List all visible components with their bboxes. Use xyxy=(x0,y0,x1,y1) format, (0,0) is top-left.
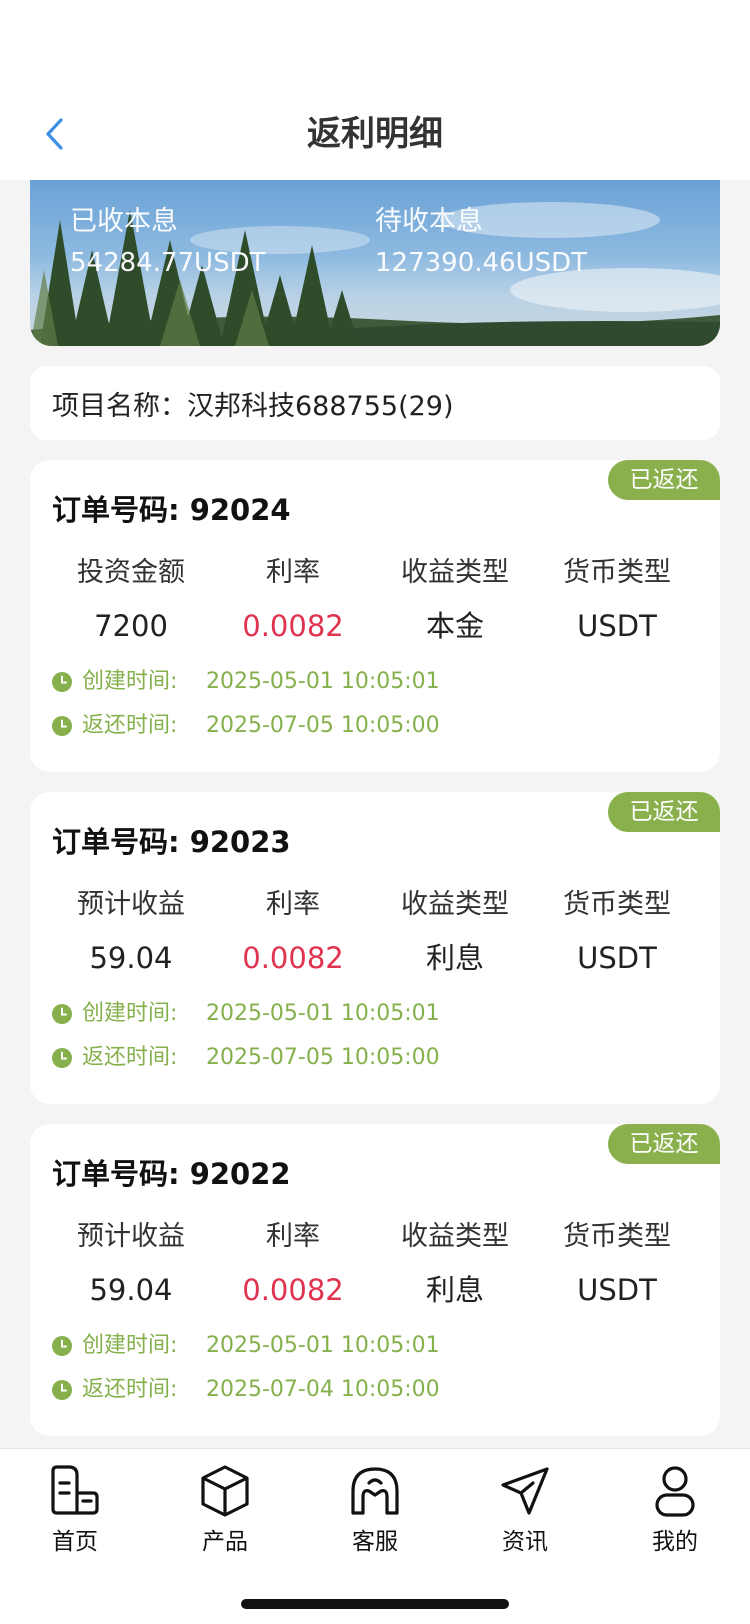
clock-icon xyxy=(52,716,72,736)
created-time-row: 创建时间: 2025-05-01 10:05:01 xyxy=(52,1330,440,1362)
order-number: 订单号码: 92022 xyxy=(52,1157,291,1191)
col-header: 利率 xyxy=(266,889,320,920)
paper-plane-icon xyxy=(501,1467,549,1515)
page-title: 返利明细 xyxy=(307,114,443,154)
order-card: 已返还 订单号码: 92022 预计收益 59.04 利率 0.0082 收益类型利… xyxy=(30,1124,720,1436)
tab-home[interactable]: 首页 xyxy=(15,1463,135,1559)
col-value: 本金 xyxy=(425,609,484,643)
created-time-row: 创建时间: 2025-05-01 10:05:01 xyxy=(52,666,440,698)
rate-value: 0.0082 xyxy=(242,1273,344,1307)
col-header: 货币类型 xyxy=(563,1221,671,1252)
tab-label: 客服 xyxy=(352,1529,398,1555)
rate-value: 0.0082 xyxy=(242,609,344,643)
received-label: 已收本息 xyxy=(70,206,178,237)
created-time: 2025-05-01 10:05:01 xyxy=(206,669,440,694)
received-value: 54284.77USDT xyxy=(70,248,266,278)
headset-icon xyxy=(351,1467,399,1515)
tab-news[interactable]: 资讯 xyxy=(465,1463,585,1559)
tab-products[interactable]: 产品 xyxy=(165,1463,285,1559)
status-badge: 已返还 xyxy=(608,1124,720,1164)
received-summary: 已收本息 54284.77USDT xyxy=(70,202,266,284)
col-header: 利率 xyxy=(266,1221,320,1252)
col-value: 59.04 xyxy=(89,941,173,975)
home-icon xyxy=(51,1465,99,1515)
project-name: 项目名称：汉邦科技688755(29) xyxy=(30,366,720,440)
summary-banner: 已收本息 54284.77USDT 待收本息 127390.46USDT xyxy=(30,180,720,346)
created-label: 创建时间: xyxy=(82,669,178,694)
pending-value: 127390.46USDT xyxy=(375,248,588,278)
col-value: USDT xyxy=(577,1273,657,1307)
status-bar-area xyxy=(0,0,750,88)
clock-icon xyxy=(52,1380,72,1400)
col-header: 利率 xyxy=(266,557,320,588)
user-icon xyxy=(655,1466,695,1517)
returned-label: 返还时间: xyxy=(82,1377,178,1402)
order-details: 投资金额 7200 利率 0.0082 收益类型本金 货币类型 USDT xyxy=(30,552,720,648)
returned-time-row: 返还时间: 2025-07-05 10:05:00 xyxy=(52,710,440,742)
col-value: 利息 xyxy=(425,1273,484,1307)
nav-header: 返利明细 xyxy=(0,88,750,180)
clock-icon xyxy=(52,672,72,692)
created-time: 2025-05-01 10:05:01 xyxy=(206,1333,440,1358)
tab-support[interactable]: 客服 xyxy=(315,1463,435,1559)
col-value: USDT xyxy=(577,941,657,975)
bottom-tab-bar: 首页 产品 客服 资讯 我的 xyxy=(0,1448,750,1624)
created-label: 创建时间: xyxy=(82,1001,178,1026)
pending-summary: 待收本息 127390.46USDT xyxy=(375,202,587,284)
returned-label: 返还时间: xyxy=(82,713,178,738)
order-number: 订单号码: 92024 xyxy=(52,493,291,527)
order-details: 预计收益 59.04 利率 0.0082 收益类型利息 货币类型 USDT xyxy=(30,884,720,980)
col-value: USDT xyxy=(577,609,657,643)
rate-value: 0.0082 xyxy=(242,941,344,975)
created-label: 创建时间: xyxy=(82,1333,178,1358)
col-header: 货币类型 xyxy=(563,889,671,920)
col-header: 收益类型 xyxy=(401,557,509,588)
status-badge: 已返还 xyxy=(608,460,720,500)
order-number: 订单号码: 92023 xyxy=(52,825,291,859)
tab-label: 资讯 xyxy=(502,1529,548,1555)
home-indicator xyxy=(241,1599,509,1609)
col-value: 59.04 xyxy=(89,1273,173,1307)
returned-time-row: 返还时间: 2025-07-05 10:05:00 xyxy=(52,1042,440,1074)
order-card: 已返还 订单号码: 92023 预计收益 59.04 利率 0.0082 收益类型利… xyxy=(30,792,720,1104)
tab-profile[interactable]: 我的 xyxy=(615,1463,735,1559)
clock-icon xyxy=(52,1048,72,1068)
created-time: 2025-05-01 10:05:01 xyxy=(206,1001,440,1026)
col-header: 投资金额 xyxy=(77,557,185,588)
col-header: 预计收益 xyxy=(77,889,185,920)
returned-time: 2025-07-05 10:05:00 xyxy=(206,1045,440,1070)
returned-time: 2025-07-04 10:05:00 xyxy=(206,1377,440,1402)
tab-label: 我的 xyxy=(652,1529,698,1555)
tab-label: 首页 xyxy=(52,1529,98,1555)
col-header: 预计收益 xyxy=(77,1221,185,1252)
col-value: 利息 xyxy=(425,941,484,975)
col-header: 货币类型 xyxy=(563,557,671,588)
box-icon xyxy=(201,1465,249,1517)
col-header: 收益类型 xyxy=(401,1221,509,1252)
returned-label: 返还时间: xyxy=(82,1045,178,1070)
returned-time: 2025-07-05 10:05:00 xyxy=(206,713,440,738)
col-value: 7200 xyxy=(94,609,168,643)
tab-label: 产品 xyxy=(202,1529,248,1555)
order-details: 预计收益 59.04 利率 0.0082 收益类型利息 货币类型 USDT xyxy=(30,1216,720,1312)
clock-icon xyxy=(52,1336,72,1356)
col-header: 收益类型 xyxy=(401,889,509,920)
clock-icon xyxy=(52,1004,72,1024)
returned-time-row: 返还时间: 2025-07-04 10:05:00 xyxy=(52,1374,440,1406)
pending-label: 待收本息 xyxy=(375,206,483,237)
created-time-row: 创建时间: 2025-05-01 10:05:01 xyxy=(52,998,440,1030)
order-card: 已返还 订单号码: 92024 投资金额 7200 利率 0.0082 收益类型本金… xyxy=(30,460,720,772)
status-badge: 已返还 xyxy=(608,792,720,832)
